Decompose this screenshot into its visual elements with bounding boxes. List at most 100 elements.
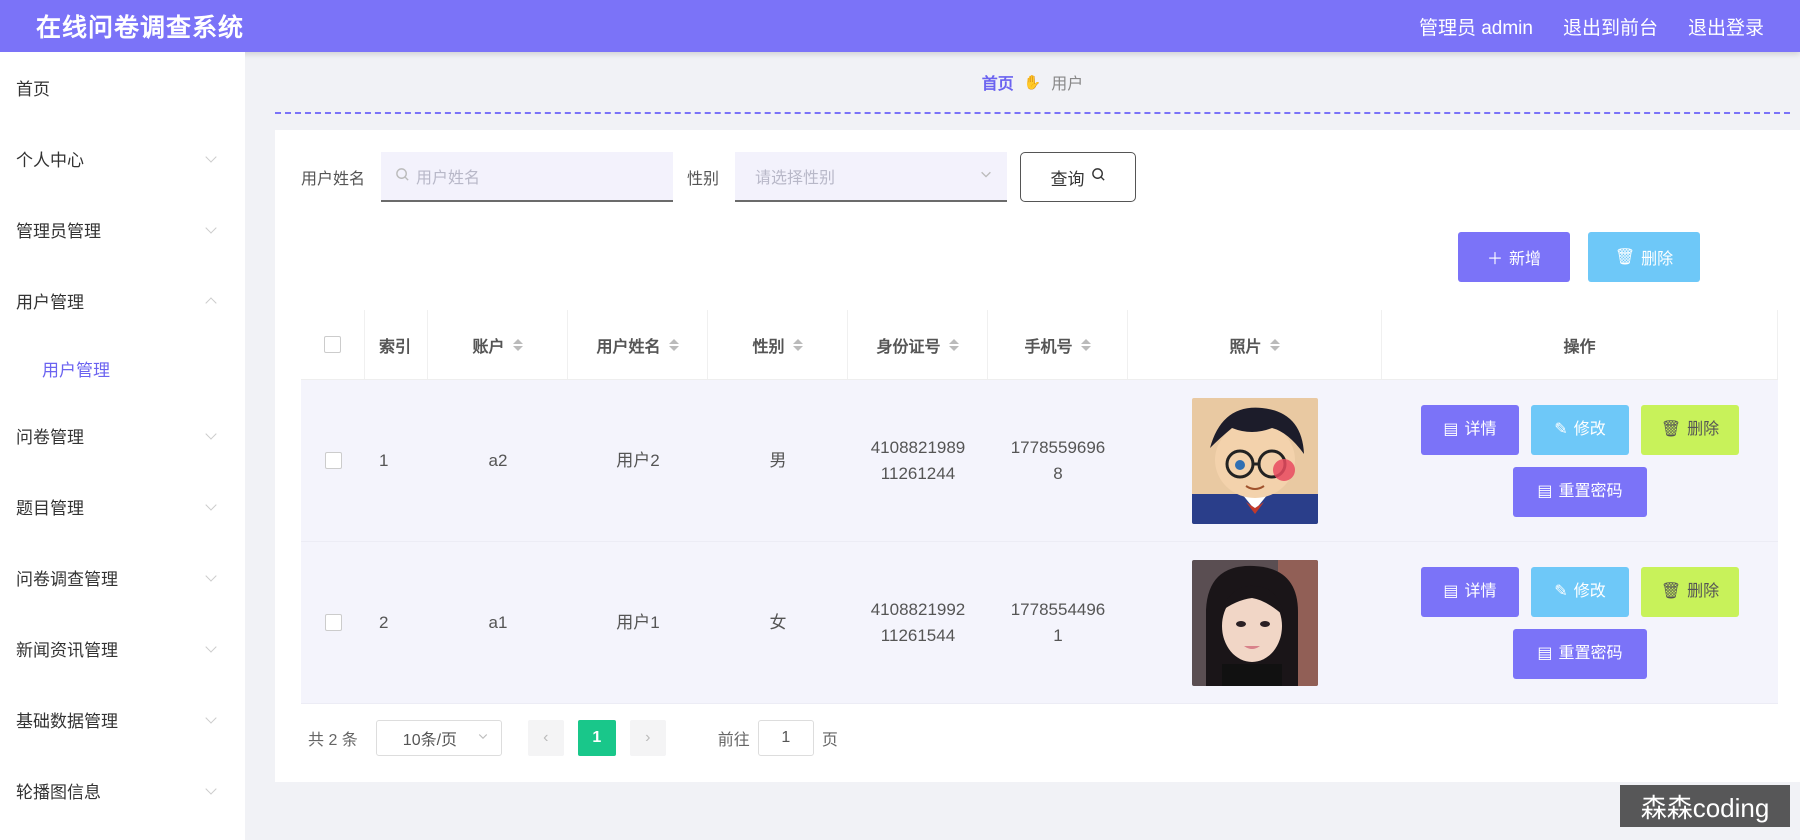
sidebar-item-label: 题目管理 xyxy=(16,499,84,518)
delete-button[interactable]: 🗑 删除 xyxy=(1641,404,1739,455)
prev-page-button[interactable]: ‹ xyxy=(527,720,564,756)
table-row: 1 a2 用户2 男 4108821989 11261244 1778559696… xyxy=(301,380,1778,542)
row-checkbox[interactable] xyxy=(324,452,342,469)
to-frontend-link[interactable]: 退出到前台 xyxy=(1563,13,1658,40)
sidebar-item-news-management[interactable]: 新闻资讯管理 xyxy=(0,613,245,684)
goto-page-input[interactable]: 1 xyxy=(757,720,814,756)
detail-button-label: 详情 xyxy=(1464,582,1497,600)
cell-phone: 1778554496 1 xyxy=(988,542,1128,703)
edit-button-label: 修改 xyxy=(1573,420,1606,438)
name-search-input[interactable]: 用户姓名 xyxy=(381,152,674,202)
sidebar-subitem-user-management[interactable]: 用户管理 xyxy=(0,336,245,400)
col-username[interactable]: 用户姓名 xyxy=(568,310,708,379)
row-select-cell xyxy=(301,380,365,541)
sort-icon[interactable] xyxy=(1080,338,1091,352)
chevron-down-icon xyxy=(205,711,217,724)
sort-icon[interactable] xyxy=(1269,338,1280,352)
sidebar-item-personal-center[interactable]: 个人中心 xyxy=(0,123,245,194)
bulk-delete-label: 删除 xyxy=(1641,251,1674,268)
delete-button-label: 删除 xyxy=(1687,582,1720,600)
document-icon: ▤ xyxy=(1537,482,1553,500)
sidebar-item-label: 轮播图信息 xyxy=(16,783,101,802)
cell-photo xyxy=(1128,542,1382,703)
col-account[interactable]: 账户 xyxy=(428,310,568,379)
sidebar-item-carousel-info[interactable]: 轮播图信息 xyxy=(0,755,245,826)
breadcrumb: 首页 ✋ 用户 xyxy=(275,52,1790,112)
sidebar-item-admin-management[interactable]: 管理员管理 xyxy=(0,194,245,265)
app-title: 在线问卷调查系统 xyxy=(36,14,245,42)
col-sex[interactable]: 性别 xyxy=(708,310,848,379)
reset-password-button[interactable]: ▤ 重置密码 xyxy=(1513,628,1647,679)
cell-id-number: 4108821989 11261244 xyxy=(848,380,988,541)
add-button[interactable]: ＋ 新增 xyxy=(1458,232,1570,282)
sidebar-item-home[interactable]: 首页 xyxy=(0,52,245,123)
name-search-label: 用户姓名 xyxy=(301,171,366,188)
sidebar-subitem-label: 用户管理 xyxy=(42,360,110,380)
sort-icon[interactable] xyxy=(948,338,959,352)
breadcrumb-separator-icon: ✋ xyxy=(1023,73,1042,90)
detail-button[interactable]: ▤ 详情 xyxy=(1421,566,1519,617)
page-number-current[interactable]: 1 xyxy=(577,720,616,756)
user-table: 索引 账户 用户姓名 性别 身份证号 手机号 照片 操作 1 a2 用户2 男 … xyxy=(301,310,1778,704)
page-size-select[interactable]: 10条/页 xyxy=(375,720,502,756)
sex-select[interactable]: 请选择性别 xyxy=(735,152,1008,202)
cell-username: 用户2 xyxy=(616,450,660,470)
user-photo[interactable] xyxy=(1192,397,1318,524)
page-suffix: 页 xyxy=(821,732,838,749)
cell-account: a2 xyxy=(488,450,508,470)
query-button[interactable]: 查询 xyxy=(1020,152,1137,202)
edit-button[interactable]: ✎ 修改 xyxy=(1531,404,1629,455)
bulk-delete-button[interactable]: 🗑 删除 xyxy=(1588,232,1700,282)
pagination: 共 2 条 10条/页 ‹ 1 › 前往 1 页 xyxy=(308,720,838,756)
id-number-line: 4108821989 xyxy=(870,437,966,457)
search-icon xyxy=(395,167,410,186)
chevron-down-icon xyxy=(205,640,217,653)
chevron-up-icon xyxy=(205,296,217,309)
sidebar-item-survey-management[interactable]: 问卷调查管理 xyxy=(0,542,245,613)
sidebar-item-label: 问卷调查管理 xyxy=(16,570,118,589)
chevron-down-icon xyxy=(477,729,489,747)
sidebar-item-label: 个人中心 xyxy=(16,151,84,170)
breadcrumb-home[interactable]: 首页 xyxy=(982,70,1014,94)
sidebar-item-label: 问卷管理 xyxy=(16,428,84,447)
sidebar-item-user-management[interactable]: 用户管理 xyxy=(0,265,245,336)
next-page-button[interactable]: › xyxy=(629,720,666,756)
col-id-number-label: 身份证号 xyxy=(876,338,941,356)
document-icon: ▤ xyxy=(1443,420,1459,438)
col-username-label: 用户姓名 xyxy=(596,338,661,356)
trash-icon: 🗑 xyxy=(1660,582,1682,600)
col-photo[interactable]: 照片 xyxy=(1128,310,1382,379)
chevron-down-icon xyxy=(205,150,217,163)
select-all-cell xyxy=(301,310,365,379)
cell-photo xyxy=(1128,380,1382,541)
col-phone[interactable]: 手机号 xyxy=(988,310,1128,379)
reset-password-label: 重置密码 xyxy=(1558,644,1623,662)
cell-account: a1 xyxy=(488,612,508,632)
edit-button[interactable]: ✎ 修改 xyxy=(1531,566,1629,617)
sidebar-item-label: 用户管理 xyxy=(16,293,84,312)
sort-icon[interactable] xyxy=(792,338,803,352)
chevron-down-icon xyxy=(205,782,217,795)
delete-button[interactable]: 🗑 删除 xyxy=(1641,566,1739,617)
sort-icon[interactable] xyxy=(668,338,679,352)
logout-link[interactable]: 退出登录 xyxy=(1688,13,1764,40)
select-all-checkbox[interactable] xyxy=(324,336,341,353)
sidebar-item-questionnaire-management[interactable]: 问卷管理 xyxy=(0,400,245,471)
detail-button[interactable]: ▤ 详情 xyxy=(1421,404,1519,455)
col-id-number[interactable]: 身份证号 xyxy=(848,310,988,379)
chevron-down-icon xyxy=(205,569,217,582)
search-bar: 用户姓名 用户姓名 性别 请选择性别 查询 xyxy=(301,152,1137,202)
cell-sex: 女 xyxy=(769,612,787,632)
breadcrumb-divider xyxy=(275,112,1790,114)
pencil-icon: ✎ xyxy=(1554,582,1568,600)
sort-icon[interactable] xyxy=(512,338,523,352)
main-panel: 用户姓名 用户姓名 性别 请选择性别 查询 ＋ 新增 🗑 删除 索引 账户 用户… xyxy=(275,130,1800,782)
cell-index: 1 xyxy=(379,450,389,470)
phone-line: 1778554496 xyxy=(1010,599,1106,619)
row-checkbox[interactable] xyxy=(324,614,342,631)
sidebar-item-question-management[interactable]: 题目管理 xyxy=(0,471,245,542)
reset-password-button[interactable]: ▤ 重置密码 xyxy=(1513,466,1647,517)
phone-line: 1 xyxy=(1053,625,1063,645)
sidebar-item-basic-data-management[interactable]: 基础数据管理 xyxy=(0,684,245,755)
user-photo[interactable] xyxy=(1192,559,1318,686)
